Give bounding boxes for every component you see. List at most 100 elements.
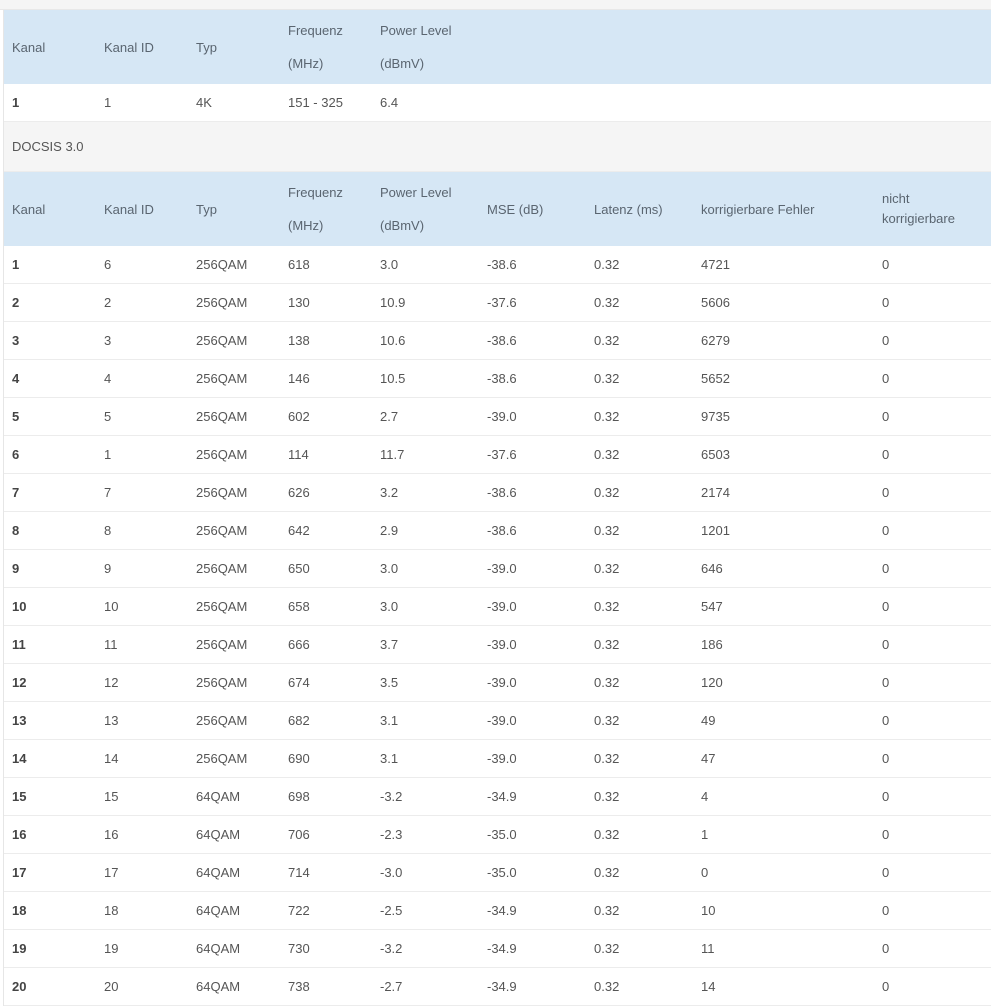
table-cell: -38.6 <box>487 523 517 538</box>
table-cell: -2.7 <box>380 979 403 994</box>
table-cell: 642 <box>288 523 310 538</box>
table-cell: 14 <box>104 751 119 766</box>
table-cell: -35.0 <box>487 827 517 842</box>
table-row: 5 5 256QAM 602 2.7 -39.0 0.32 9735 0 <box>4 398 991 436</box>
table-cell: 1201 <box>701 523 730 538</box>
table-cell: 3.1 <box>380 751 399 766</box>
table-cell: 6503 <box>701 447 730 462</box>
table-cell: 0.32 <box>594 979 620 994</box>
table-cell: 15 <box>12 789 27 804</box>
table-cell: 64QAM <box>196 903 241 918</box>
table-cell: 3.0 <box>380 561 399 576</box>
table-cell: 7 <box>12 485 20 500</box>
table-cell: 706 <box>288 827 310 842</box>
table-cell: 0.32 <box>594 523 620 538</box>
column-header-line: (MHz) <box>288 56 324 71</box>
table-cell: 15 <box>104 789 119 804</box>
table-cell: 3.2 <box>380 485 399 500</box>
table-cell: 49 <box>701 713 716 728</box>
table-cell: -34.9 <box>487 903 517 918</box>
table-cell: 64QAM <box>196 827 241 842</box>
table-cell: 0.32 <box>594 903 620 918</box>
table-cell: 8 <box>12 523 20 538</box>
table-cell: 13 <box>12 713 27 728</box>
table-cell: 10 <box>12 599 27 614</box>
table-cell: 64QAM <box>196 979 241 994</box>
table-cell: 14 <box>12 751 27 766</box>
table-cell: 64QAM <box>196 789 241 804</box>
column-header: Power Level (dBmV) <box>380 172 452 246</box>
table-cell: 12 <box>104 675 119 690</box>
table-cell: 4K <box>196 95 212 110</box>
column-header: Power Level (dBmV) <box>380 10 452 84</box>
table-row: 2 2 256QAM 130 10.9 -37.6 0.32 5606 0 <box>4 284 991 322</box>
top-bar <box>0 0 991 10</box>
table-row: 11 11 256QAM 666 3.7 -39.0 0.32 186 0 <box>4 626 991 664</box>
table-cell: 11 <box>12 637 26 652</box>
column-header-line: Frequenz <box>288 23 343 38</box>
table-cell: -34.9 <box>487 789 517 804</box>
table-row: 1 6 256QAM 618 3.0 -38.6 0.32 4721 0 <box>4 246 991 284</box>
table-cell: 8 <box>104 523 112 538</box>
table-cell: 650 <box>288 561 310 576</box>
table-cell: 0 <box>882 789 890 804</box>
table-cell: 256QAM <box>196 447 248 462</box>
table-cell: 5 <box>104 409 112 424</box>
table-cell: 0 <box>882 371 890 386</box>
table-row: 20 20 64QAM 738 -2.7 -34.9 0.32 14 0 <box>4 968 991 1006</box>
column-header: Typ <box>196 172 217 246</box>
docsis30-table-header: Kanal Kanal ID Typ Frequenz (MHz) Power Level… <box>4 172 991 246</box>
table-row: 18 18 64QAM 722 -2.5 -34.9 0.32 10 0 <box>4 892 991 930</box>
table-cell: 146 <box>288 371 310 386</box>
table-cell: 3.0 <box>380 599 399 614</box>
table-cell: 0.32 <box>594 485 620 500</box>
table-cell: 4 <box>12 371 20 386</box>
column-header-line: (dBmV) <box>380 218 425 233</box>
table-cell: -34.9 <box>487 941 517 956</box>
table-cell: 11 <box>701 941 715 956</box>
table-cell: 658 <box>288 599 310 614</box>
table-cell: 6 <box>12 447 20 462</box>
column-header: Typ <box>196 10 217 84</box>
table-cell: -38.6 <box>487 333 517 348</box>
table-cell: -3.2 <box>380 941 403 956</box>
table-cell: 186 <box>701 637 723 652</box>
table-cell: 3.1 <box>380 713 399 728</box>
column-header-line: (MHz) <box>288 218 324 233</box>
column-header: MSE (dB) <box>487 172 543 246</box>
table-cell: 5652 <box>701 371 730 386</box>
table-cell: 0.32 <box>594 295 620 310</box>
column-header-line: Latenz (ms) <box>594 201 663 217</box>
table-cell: -37.6 <box>487 295 517 310</box>
table-cell: 18 <box>12 903 27 918</box>
table-cell: -2.5 <box>380 903 403 918</box>
table-cell: -39.0 <box>487 409 517 424</box>
table-cell: -39.0 <box>487 637 517 652</box>
table-cell: -3.0 <box>380 865 403 880</box>
table-cell: 1 <box>701 827 709 842</box>
table-cell: 256QAM <box>196 675 248 690</box>
table-cell: 17 <box>12 865 27 880</box>
table-cell: -39.0 <box>487 561 517 576</box>
table-cell: 2.7 <box>380 409 399 424</box>
column-header-line: MSE (dB) <box>487 201 544 217</box>
table-cell: 114 <box>288 447 309 462</box>
table-cell: 602 <box>288 409 310 424</box>
table-cell: 0.32 <box>594 599 620 614</box>
table-row: 15 15 64QAM 698 -3.2 -34.9 0.32 4 0 <box>4 778 991 816</box>
table-cell: -39.0 <box>487 713 517 728</box>
table-cell: 0 <box>882 523 890 538</box>
column-header: korrigierbare Fehler <box>701 172 814 246</box>
table-cell: 1 <box>12 95 20 110</box>
table-cell: 3 <box>12 333 20 348</box>
table-cell: 16 <box>104 827 119 842</box>
column-header-line: Typ <box>196 39 217 55</box>
ofdm-table-header: Kanal Kanal ID Typ Frequenz (MHz) Power Level… <box>4 10 991 84</box>
table-row: 9 9 256QAM 650 3.0 -39.0 0.32 646 0 <box>4 550 991 588</box>
table-cell: 64QAM <box>196 865 241 880</box>
table-cell: 690 <box>288 751 310 766</box>
table-cell: 0 <box>882 409 890 424</box>
table-cell: -39.0 <box>487 751 517 766</box>
table-cell: 0 <box>882 865 890 880</box>
table-cell: 10.9 <box>380 295 406 310</box>
